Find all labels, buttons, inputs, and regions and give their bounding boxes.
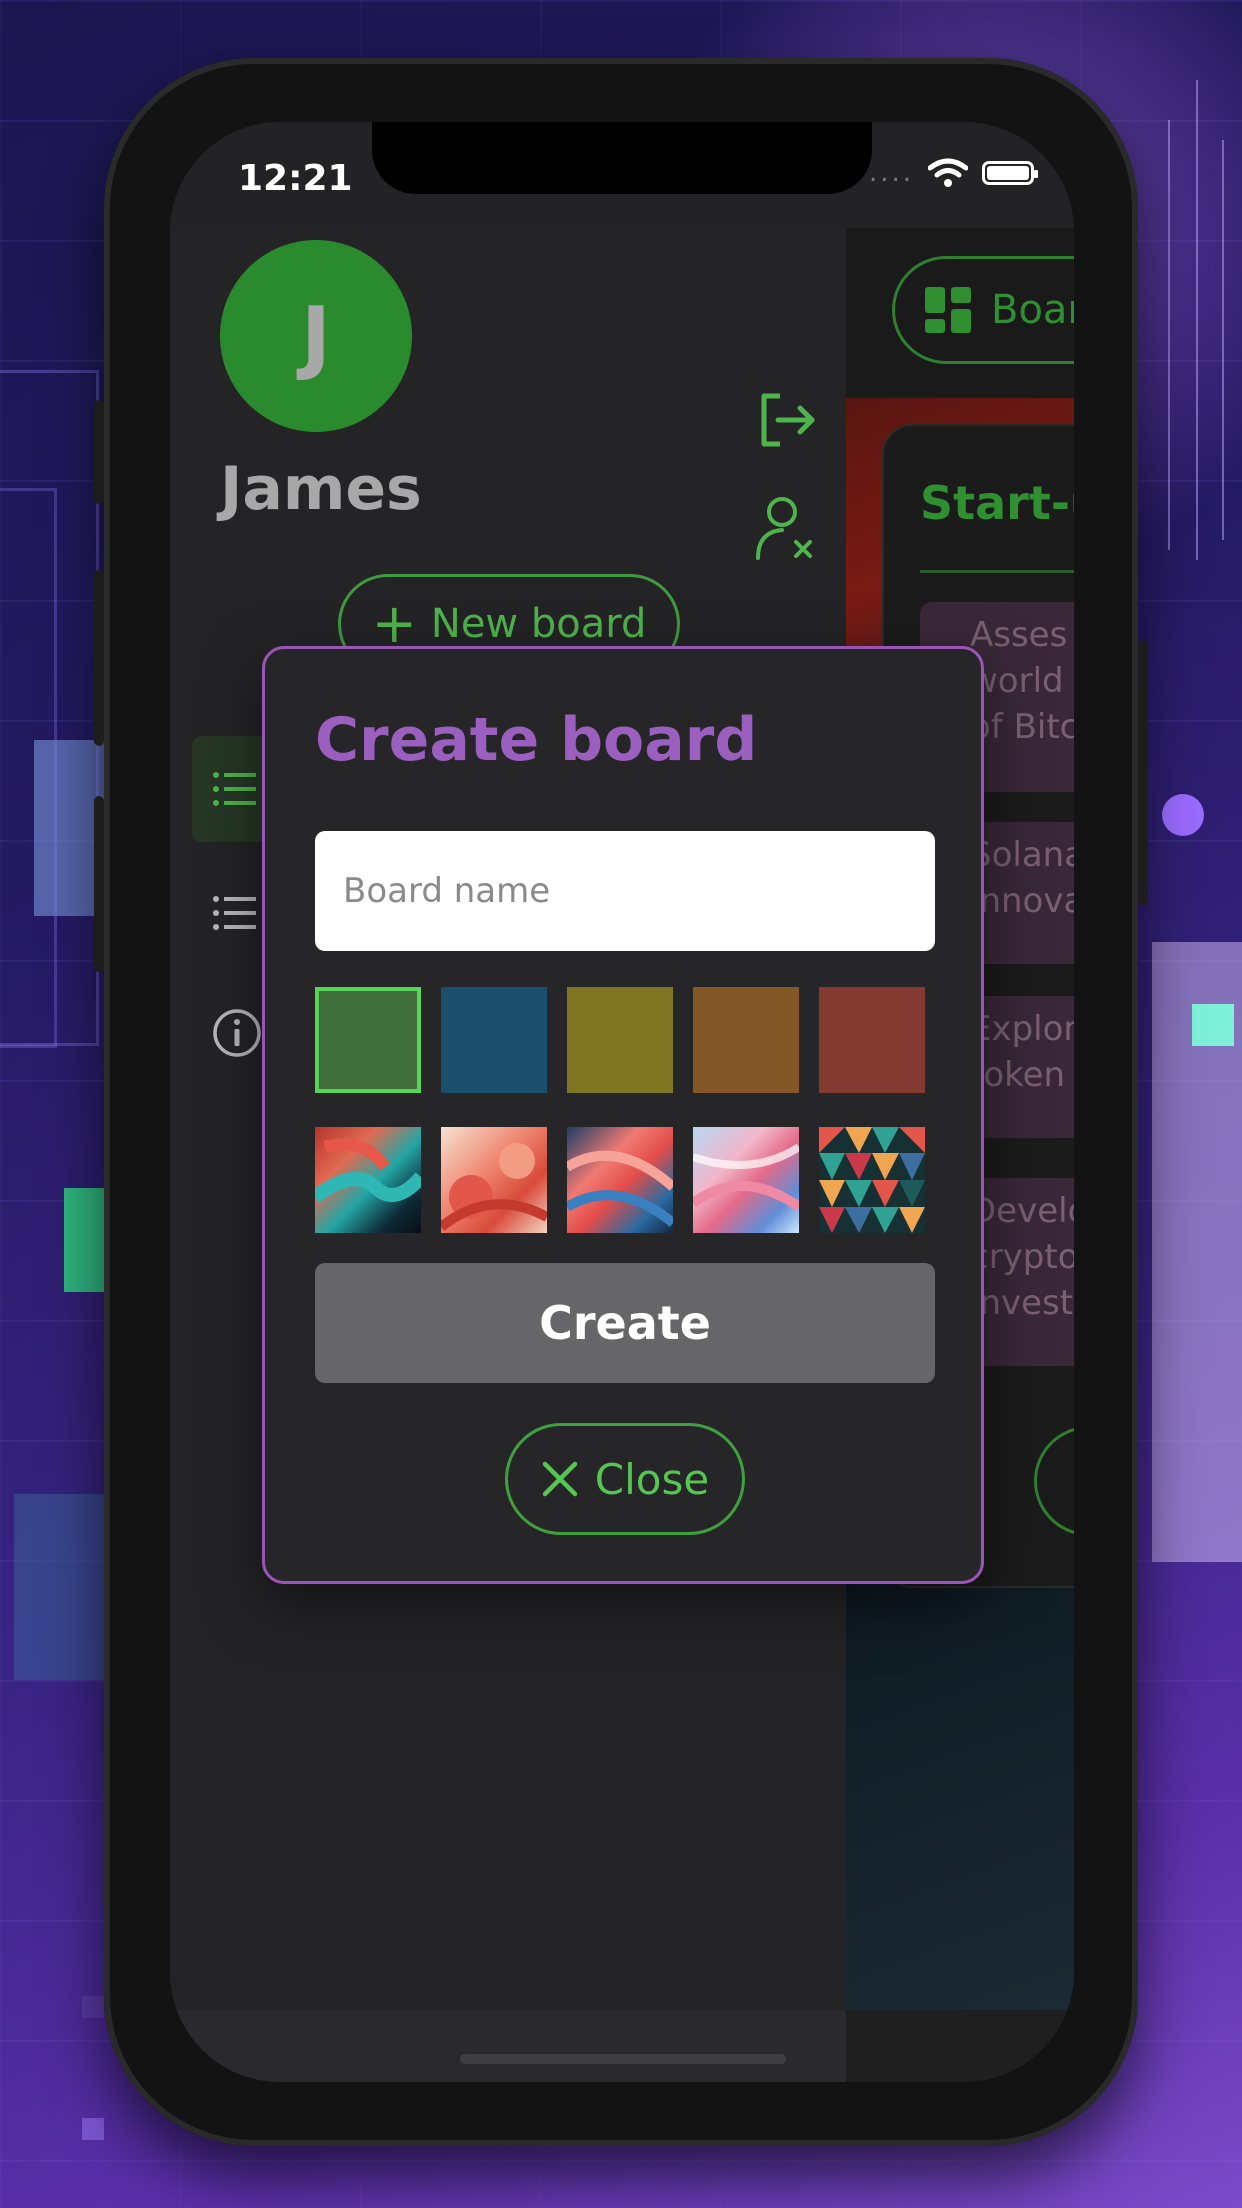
user-remove-icon [756,497,812,560]
dashboard-icon [925,287,971,333]
divider [920,570,1074,573]
new-board-label: New board [430,601,647,647]
swirl-pattern-image [315,1138,421,1203]
status-bar: 12:21 .... [170,122,1074,228]
notch [372,122,872,194]
geometric-pattern-image [819,1127,925,1233]
background-line [1196,80,1198,560]
phone-side-button [94,570,104,746]
background-line [1222,140,1224,540]
battery-icon [982,161,1038,185]
list-icon [213,896,256,930]
background-pixel [1192,1004,1234,1046]
close-button[interactable]: Close [505,1423,745,1535]
background-line [1168,120,1170,550]
delete-account-button[interactable] [746,488,826,568]
background-block [64,1188,104,1292]
image-thumbnail-swirl[interactable] [315,1127,421,1233]
image-thumbnail-pastel[interactable] [693,1127,799,1233]
wave-pattern-image [567,1150,673,1227]
username: James [220,454,422,524]
image-thumbnail-geometric[interactable] [819,1127,925,1233]
avatar[interactable]: J [220,240,412,432]
info-icon [213,1009,261,1057]
background-pixel [82,2118,104,2140]
image-thumbnail-waves[interactable] [567,1127,673,1233]
create-button[interactable]: Create [315,1263,935,1383]
avatar-initial: J [301,289,331,383]
dialog-title: Create board [315,705,758,775]
home-indicator [460,2054,786,2064]
coral-pattern-image [441,1143,547,1231]
color-swatch-blue[interactable] [441,987,547,1093]
column-title: Start-u [920,476,1074,530]
background-pixel [82,1996,104,2018]
tab-boards-label: Boar [991,287,1074,333]
phone-side-button [94,400,104,504]
color-swatch-olive[interactable] [567,987,673,1093]
color-swatch-orange[interactable] [693,987,799,1093]
wifi-icon [928,158,968,187]
image-thumbnail-coral[interactable] [441,1127,547,1233]
board-name-input[interactable] [315,831,935,951]
status-icons: .... [868,158,1038,188]
close-label: Close [594,1454,710,1504]
background-dot [1162,794,1204,836]
logout-button[interactable] [746,380,826,460]
background-block [14,1494,104,1680]
pastel-pattern-image [693,1143,799,1212]
color-swatch-red[interactable] [819,987,925,1093]
close-icon [542,1461,578,1497]
list-icon [213,772,256,806]
create-board-dialog: Create board Board name Create Close [262,646,984,1584]
status-time: 12:21 [238,158,353,199]
tab-boards[interactable]: Boar [892,256,1074,364]
logout-icon [761,393,815,447]
plus-icon: + [371,592,417,655]
color-swatch-green[interactable] [315,987,421,1093]
home-indicator-area [170,2010,846,2082]
signal-dots-icon: .... [868,158,914,188]
phone-side-button [94,796,104,972]
board-topbar: Boar [846,228,1074,398]
column-action-button[interactable] [1034,1426,1074,1536]
phone-side-button [1138,640,1148,906]
